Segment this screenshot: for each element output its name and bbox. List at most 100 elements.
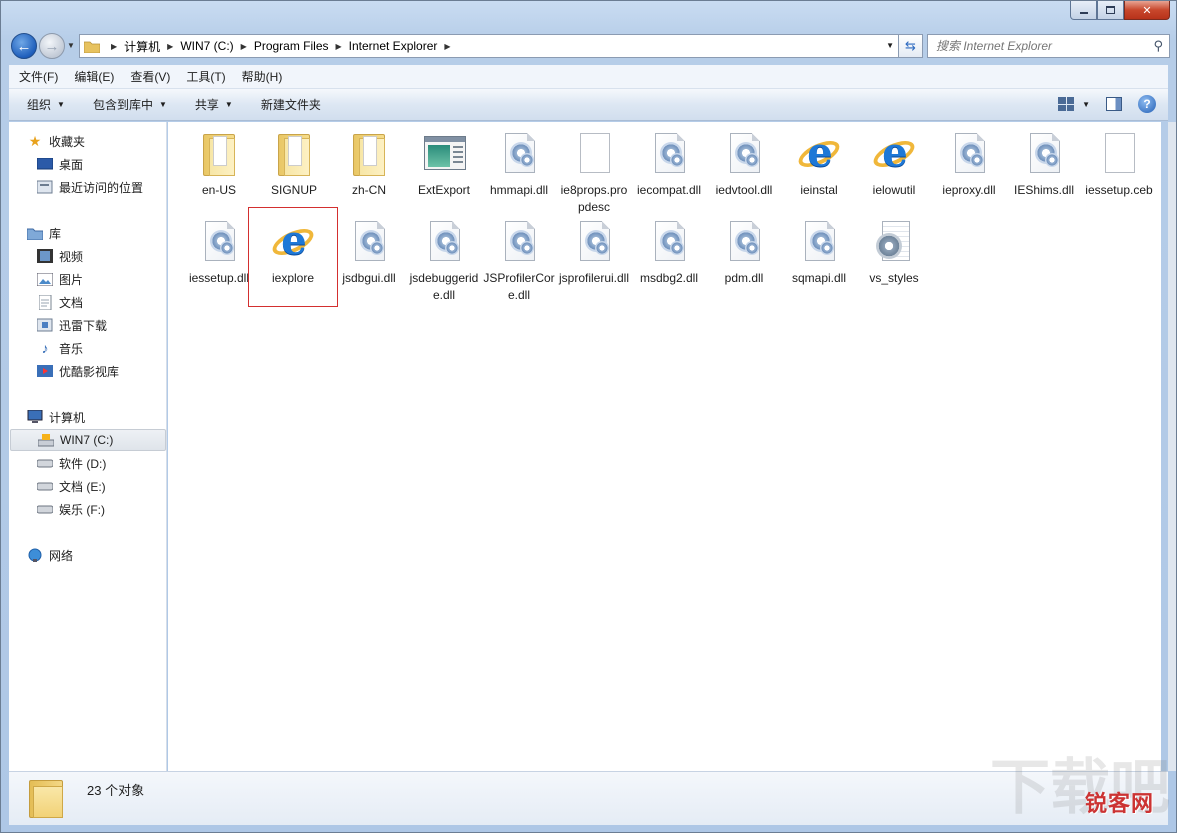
nav-drive-e[interactable]: 文档 (E:) <box>37 475 106 497</box>
breadcrumb-separator[interactable]: ▶ <box>167 42 173 51</box>
share-button[interactable]: 共享 ▼ <box>185 96 243 113</box>
chevron-down-icon: ▼ <box>1082 99 1090 109</box>
nav-drive-d-label: 软件 (D:) <box>59 456 107 471</box>
view-options-button[interactable]: ▼ <box>1058 97 1090 111</box>
back-button[interactable]: ← <box>11 33 37 59</box>
nav-xunlei[interactable]: 迅雷下载 <box>37 314 107 336</box>
nav-network[interactable]: 网络 <box>27 544 73 566</box>
document-icon <box>37 294 53 310</box>
file-item[interactable]: zh-CN <box>332 130 406 199</box>
nav-recent[interactable]: 最近访问的位置 <box>37 176 143 198</box>
file-name: ieinstal <box>800 183 838 197</box>
search-input[interactable] <box>936 39 1146 53</box>
breadcrumb-separator[interactable]: ▶ <box>444 42 450 51</box>
file-item[interactable]: iecompat.dll <box>632 130 706 199</box>
file-item[interactable]: jsdbgui.dll <box>332 218 406 287</box>
file-name: pdm.dll <box>724 271 764 285</box>
navigation-pane: ★ 收藏夹 桌面 最近访问的位置 库 视频 图片 文档 迅雷下载 ♪ 音乐 优酷影视… <box>9 122 167 771</box>
file-item[interactable]: JSProfilerCore.dll <box>482 218 556 304</box>
nav-drive-d[interactable]: 软件 (D:) <box>37 452 106 474</box>
menu-view[interactable]: 查看(V) <box>124 68 176 85</box>
menu-help[interactable]: 帮助(H) <box>236 68 289 85</box>
scrollbar[interactable] <box>1168 122 1176 771</box>
file-name: ie8props.propdesc <box>560 183 628 214</box>
file-item[interactable]: hmmapi.dll <box>482 130 556 199</box>
file-item[interactable]: e ieinstal <box>782 130 856 199</box>
internet-explorer-icon: e <box>869 132 919 176</box>
menu-edit[interactable]: 编辑(E) <box>68 68 120 85</box>
breadcrumb-program-files[interactable]: Program Files <box>254 39 329 53</box>
minimize-button[interactable] <box>1070 1 1097 20</box>
nav-favorites[interactable]: ★ 收藏夹 <box>27 130 85 152</box>
nav-music[interactable]: ♪ 音乐 <box>37 337 84 359</box>
nav-drive-f[interactable]: 娱乐 (F:) <box>37 498 105 520</box>
file-item[interactable]: SIGNUP <box>257 130 331 199</box>
nav-libraries-label: 库 <box>49 226 62 241</box>
arrow-right-icon: → <box>44 37 60 55</box>
file-item[interactable]: sqmapi.dll <box>782 218 856 287</box>
file-item[interactable]: e ielowutil <box>857 130 931 199</box>
preview-pane-icon[interactable] <box>1106 97 1122 111</box>
forward-button[interactable]: → <box>39 33 65 59</box>
nav-desktop[interactable]: 桌面 <box>37 153 83 175</box>
blank-file-icon <box>1105 133 1135 173</box>
file-item[interactable]: ieproxy.dll <box>932 130 1006 199</box>
include-library-button[interactable]: 包含到库中 ▼ <box>83 96 177 113</box>
file-item[interactable]: jsprofilerui.dll <box>557 218 631 287</box>
dll-file-icon <box>1030 133 1060 173</box>
nav-videos[interactable]: 视频 <box>37 245 83 267</box>
breadcrumb-separator[interactable]: ▶ <box>111 42 117 51</box>
nav-music-label: 音乐 <box>59 341 84 356</box>
help-icon[interactable]: ? <box>1138 95 1156 113</box>
nav-pictures[interactable]: 图片 <box>37 268 83 290</box>
new-folder-label: 新建文件夹 <box>260 98 321 112</box>
nav-computer-label: 计算机 <box>49 410 86 425</box>
file-item[interactable]: pdm.dll <box>707 218 781 287</box>
nav-libraries[interactable]: 库 <box>27 222 61 244</box>
nav-computer[interactable]: 计算机 <box>27 406 85 428</box>
file-item[interactable]: vs_styles <box>857 218 931 287</box>
nav-documents[interactable]: 文档 <box>37 291 83 313</box>
folder-icon <box>203 134 235 176</box>
watermark-text: 锐客网 <box>1084 792 1154 817</box>
breadcrumb-computer[interactable]: 计算机 <box>124 38 160 55</box>
breadcrumb-drive-c[interactable]: WIN7 (C:) <box>180 39 233 53</box>
close-button[interactable]: ✕ <box>1124 1 1170 20</box>
breadcrumb-internet-explorer[interactable]: Internet Explorer <box>349 39 438 53</box>
file-item[interactable]: IEShims.dll <box>1007 130 1081 199</box>
file-item[interactable]: jsdebuggeride.dll <box>407 218 481 304</box>
menu-tools[interactable]: 工具(T) <box>180 68 231 85</box>
file-name: ieproxy.dll <box>942 183 996 197</box>
breadcrumb-separator[interactable]: ▶ <box>336 42 342 51</box>
organize-label: 组织 <box>27 98 52 112</box>
file-item[interactable]: ExtExport <box>407 130 481 199</box>
refresh-button[interactable]: ⇆ <box>899 34 923 58</box>
file-item[interactable]: iedvtool.dll <box>707 130 781 199</box>
nav-videos-label: 视频 <box>59 249 84 264</box>
file-name: iessetup.dll <box>188 271 250 285</box>
menu-file[interactable]: 文件(F) <box>13 68 64 85</box>
caption-buttons: ✕ <box>1070 1 1170 20</box>
file-item[interactable]: iessetup.dll <box>182 218 256 287</box>
file-item[interactable]: msdbg2.dll <box>632 218 706 287</box>
file-item[interactable]: en-US <box>182 130 256 199</box>
nav-youku[interactable]: 优酷影视库 <box>37 360 119 382</box>
application-icon <box>424 136 466 170</box>
organize-button[interactable]: 组织 ▼ <box>17 96 75 113</box>
maximize-button[interactable] <box>1097 1 1124 20</box>
breadcrumb-separator[interactable]: ▶ <box>241 42 247 51</box>
file-item[interactable]: iessetup.ceb <box>1082 130 1156 199</box>
search-icon[interactable]: ⚲ <box>1153 38 1163 54</box>
search-box[interactable]: ⚲ <box>927 34 1170 58</box>
chevron-down-icon: ▼ <box>224 100 233 109</box>
recent-pages-dropdown[interactable]: ▼ <box>67 41 75 50</box>
dll-file-icon <box>655 221 685 261</box>
file-item[interactable]: ie8props.propdesc <box>557 130 631 216</box>
video-icon <box>37 248 53 264</box>
file-item[interactable]: e iexplore <box>248 207 338 307</box>
address-dropdown-icon[interactable]: ▼ <box>886 41 894 50</box>
new-folder-button[interactable]: 新建文件夹 <box>251 96 331 113</box>
folder-icon <box>278 134 310 176</box>
address-bar[interactable]: ▶ 计算机 ▶ WIN7 (C:) ▶ Program Files ▶ Inte… <box>79 34 899 58</box>
nav-drive-c[interactable]: WIN7 (C:) <box>10 429 166 451</box>
